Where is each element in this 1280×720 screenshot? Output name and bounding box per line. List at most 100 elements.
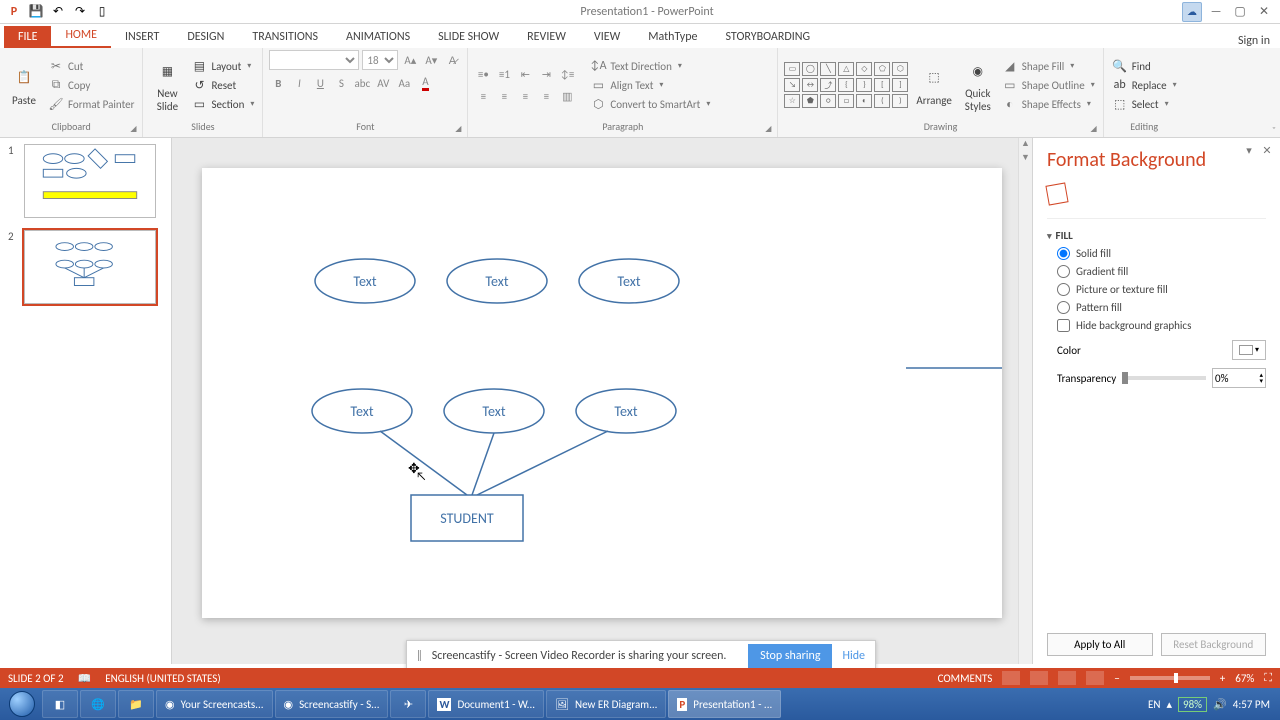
zoom-in-icon[interactable]: + xyxy=(1220,672,1225,685)
font-name-combo[interactable] xyxy=(269,50,359,70)
spell-check-icon[interactable]: 📖 xyxy=(78,672,92,685)
tab-design[interactable]: DESIGN xyxy=(173,26,238,48)
dialog-launcher-icon[interactable]: ◢ xyxy=(455,124,461,134)
underline-icon[interactable]: U xyxy=(311,74,329,92)
dialog-launcher-icon[interactable]: ◢ xyxy=(765,124,771,134)
redo-icon[interactable]: ↷ xyxy=(70,2,90,22)
shape-oval-4[interactable]: Text xyxy=(312,389,412,433)
pane-options-icon[interactable]: ▾ xyxy=(1242,144,1256,158)
font-size-combo[interactable]: 18 xyxy=(362,50,398,70)
transparency-spinner[interactable]: 0%▴▾ xyxy=(1212,368,1266,388)
fill-bucket-icon[interactable] xyxy=(1045,182,1068,205)
align-text-button[interactable]: ▭Align Text▾ xyxy=(588,76,712,94)
taskbar-telegram[interactable]: ✈ xyxy=(390,690,426,718)
normal-view-icon[interactable] xyxy=(1002,671,1020,685)
vertical-scrollbar[interactable]: ▲ ▼ xyxy=(1018,138,1032,664)
line-spacing-icon[interactable]: ↕≡ xyxy=(558,65,576,83)
shape-oval-3[interactable]: Text xyxy=(579,259,679,303)
tab-home[interactable]: HOME xyxy=(51,24,111,48)
shapes-gallery[interactable]: ▭◯╲△◇⬠⬡ ↘↔⤴{}[] ☆⬟○□◐() xyxy=(784,62,908,108)
align-left-icon[interactable]: ≡ xyxy=(474,87,492,105)
decrease-indent-icon[interactable]: ⇤ xyxy=(516,65,534,83)
hide-bg-graphics-option[interactable]: Hide background graphics xyxy=(1057,319,1266,332)
dialog-launcher-icon[interactable]: ◢ xyxy=(130,124,136,134)
slide-sorter-view-icon[interactable] xyxy=(1030,671,1048,685)
zoom-level[interactable]: 67% xyxy=(1235,672,1254,685)
connector-line[interactable] xyxy=(477,431,608,495)
solid-fill-option[interactable]: Solid fill xyxy=(1057,247,1266,260)
tab-insert[interactable]: INSERT xyxy=(111,26,173,48)
taskbar-powerpoint[interactable]: PPresentation1 - ... xyxy=(668,690,781,718)
taskbar-image-viewer[interactable]: 🖼New ER Diagram... xyxy=(546,690,666,718)
shape-outline-button[interactable]: ▭Shape Outline▾ xyxy=(1000,76,1097,94)
zoom-out-icon[interactable]: − xyxy=(1114,672,1119,685)
tray-clock[interactable]: 4:57 PM xyxy=(1233,698,1270,711)
tab-review[interactable]: REVIEW xyxy=(513,26,580,48)
tab-view[interactable]: VIEW xyxy=(580,26,634,48)
align-center-icon[interactable]: ≡ xyxy=(495,87,513,105)
color-picker[interactable]: ▾ xyxy=(1232,340,1266,360)
sign-in-link[interactable]: Sign in xyxy=(1238,34,1280,48)
italic-icon[interactable]: I xyxy=(290,74,308,92)
slide-thumbnail-2[interactable] xyxy=(24,230,156,304)
slide-thumbnail-1[interactable] xyxy=(24,144,156,218)
onedrive-badge[interactable]: ☁ xyxy=(1182,2,1202,22)
clear-formatting-icon[interactable]: A̷ xyxy=(443,51,461,69)
bold-icon[interactable]: B xyxy=(269,74,287,92)
tray-language[interactable]: EN xyxy=(1148,698,1160,711)
comments-button[interactable]: COMMENTS xyxy=(938,672,993,685)
arrange-button[interactable]: ⬚Arrange xyxy=(912,62,955,109)
slide-indicator[interactable]: SLIDE 2 OF 2 xyxy=(8,672,64,685)
shape-oval-1[interactable]: Text xyxy=(315,259,415,303)
numbering-icon[interactable]: ≡1 xyxy=(495,65,513,83)
increase-indent-icon[interactable]: ⇥ xyxy=(537,65,555,83)
bullets-icon[interactable]: ≡• xyxy=(474,65,492,83)
reset-button[interactable]: ↺Reset xyxy=(189,76,256,94)
shape-oval-5[interactable]: Text xyxy=(444,389,544,433)
strikethrough-icon[interactable]: abc xyxy=(353,74,371,92)
cut-button[interactable]: ✂Cut xyxy=(46,57,136,75)
start-from-beginning-icon[interactable]: ▯ xyxy=(92,2,112,22)
tab-file[interactable]: FILE xyxy=(4,26,51,48)
apply-to-all-button[interactable]: Apply to All xyxy=(1047,633,1153,656)
copy-button[interactable]: ⧉Copy xyxy=(46,76,136,94)
save-icon[interactable]: 💾 xyxy=(26,2,46,22)
align-right-icon[interactable]: ≡ xyxy=(516,87,534,105)
format-painter-button[interactable]: 🖌Format Painter xyxy=(46,95,136,113)
columns-icon[interactable]: ▥ xyxy=(558,87,576,105)
increase-font-icon[interactable]: A▴ xyxy=(401,51,419,69)
taskbar-app-2[interactable]: 🌐 xyxy=(80,690,116,718)
connector-line[interactable] xyxy=(380,431,467,495)
scroll-down-icon[interactable]: ▼ xyxy=(1019,152,1032,166)
dialog-launcher-icon[interactable]: ◢ xyxy=(1091,124,1097,134)
tray-show-hidden-icon[interactable]: ▴ xyxy=(1167,698,1173,711)
fill-section-header[interactable]: FILL xyxy=(1047,229,1266,242)
minimize-button[interactable]: — xyxy=(1206,2,1226,22)
justify-icon[interactable]: ≡ xyxy=(537,87,555,105)
stop-sharing-button[interactable]: Stop sharing xyxy=(748,644,832,668)
font-color-icon[interactable]: A xyxy=(416,74,434,92)
hide-sharing-button[interactable]: Hide xyxy=(842,649,865,663)
new-slide-button[interactable]: ▦ New Slide xyxy=(149,55,185,115)
connector-line[interactable] xyxy=(472,433,494,495)
shape-fill-button[interactable]: ◢Shape Fill▾ xyxy=(1000,57,1097,75)
select-button[interactable]: ⬚Select▾ xyxy=(1110,95,1179,113)
pattern-fill-option[interactable]: Pattern fill xyxy=(1057,301,1266,314)
shape-oval-2[interactable]: Text xyxy=(447,259,547,303)
picture-fill-option[interactable]: Picture or texture fill xyxy=(1057,283,1266,296)
scroll-up-icon[interactable]: ▲ xyxy=(1019,138,1032,152)
language-indicator[interactable]: ENGLISH (UNITED STATES) xyxy=(105,672,220,685)
taskbar-explorer[interactable]: 📁 xyxy=(118,690,154,718)
character-spacing-icon[interactable]: AV xyxy=(374,74,392,92)
tab-mathtype[interactable]: MathType xyxy=(634,26,711,48)
text-direction-button[interactable]: ↕AText Direction▾ xyxy=(588,57,712,75)
tray-battery[interactable]: 98% xyxy=(1178,697,1207,712)
find-button[interactable]: 🔍Find xyxy=(1110,57,1179,75)
decrease-font-icon[interactable]: A▾ xyxy=(422,51,440,69)
taskbar-word[interactable]: WDocument1 - W... xyxy=(428,690,544,718)
layout-button[interactable]: ▤Layout▾ xyxy=(189,57,256,75)
tab-animations[interactable]: ANIMATIONS xyxy=(332,26,424,48)
fit-to-window-icon[interactable]: ⛶ xyxy=(1264,671,1272,685)
slide-canvas-area[interactable]: Text Text Text Text Text Text STUDENT ✥ … xyxy=(172,138,1032,664)
pane-close-icon[interactable]: ✕ xyxy=(1260,144,1274,158)
